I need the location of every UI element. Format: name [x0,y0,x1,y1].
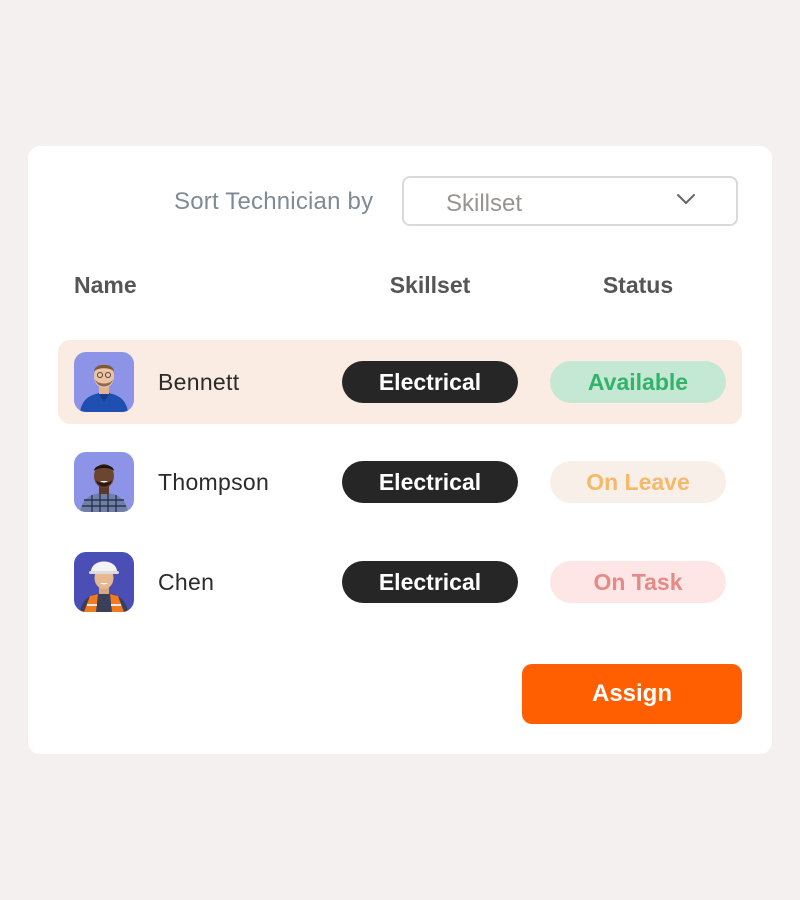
technician-row-chen[interactable]: Chen Electrical On Task [58,540,742,624]
column-header-name: Name [74,272,137,298]
technician-avatar-icon [74,452,134,512]
skillset-badge: Electrical [342,561,518,603]
status-badge: On Leave [550,461,726,503]
technician-name: Thompson [158,469,270,495]
status-badge: On Task [550,561,726,603]
technician-avatar-icon [74,352,134,412]
technician-name: Bennett [158,369,240,395]
avatar [74,452,134,512]
status-badge: Available [550,361,726,403]
column-header-skillset: Skillset [389,272,471,298]
technician-card: Sort Technician by Skillset Name Skillse… [28,146,772,754]
avatar [74,552,134,612]
technician-name: Chen [158,569,215,595]
technician-row-bennett[interactable]: Bennett Electrical Available [58,340,742,424]
skillset-badge: Electrical [342,361,518,403]
sort-selected-value: Skillset [446,190,523,217]
technician-avatar-icon [74,552,134,612]
sort-dropdown[interactable]: Skillset [402,176,738,226]
sort-label: Sort Technician by [174,188,374,215]
avatar [74,352,134,412]
column-header-status: Status [602,272,674,298]
assign-button[interactable]: Assign [522,664,742,724]
chevron-down-icon [677,194,695,204]
skillset-badge: Electrical [342,461,518,503]
technician-row-thompson[interactable]: Thompson Electrical On Leave [58,440,742,524]
